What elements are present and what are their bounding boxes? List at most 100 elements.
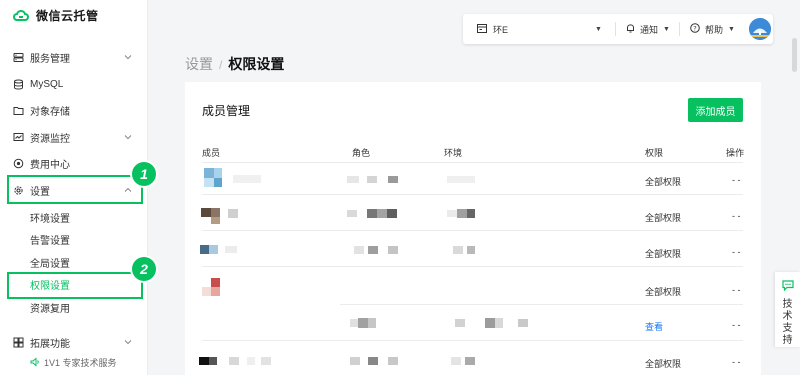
sidebar-subitem-label: 全局设置 xyxy=(30,258,70,270)
avatar xyxy=(199,357,209,365)
chevron-down-icon xyxy=(124,338,132,346)
redacted-env xyxy=(453,246,463,254)
column-header-env: 环境 xyxy=(444,148,463,158)
chevron-down-icon xyxy=(124,53,132,61)
caret-down-icon: ▼ xyxy=(663,25,670,33)
env-icon xyxy=(477,23,487,35)
column-header-actions: 操作 xyxy=(726,148,745,158)
redacted-env xyxy=(518,319,528,327)
redacted-role xyxy=(367,209,377,218)
redacted-role xyxy=(350,319,358,327)
app-title: 微信云托管 xyxy=(36,8,99,23)
sidebar-subitem-alert-settings[interactable]: 告警设置 xyxy=(0,228,148,250)
help-icon: ? xyxy=(690,23,700,35)
redacted-env xyxy=(495,318,503,328)
redacted-env xyxy=(465,357,475,365)
divider xyxy=(679,22,680,36)
notify-label: 通知 xyxy=(640,24,659,35)
folder-icon xyxy=(13,105,24,116)
sidebar-item-object-storage[interactable]: 对象存储 xyxy=(0,97,148,123)
avatar xyxy=(201,208,211,217)
svg-text:?: ? xyxy=(693,24,696,32)
expert-service-label: 1V1 专家技术服务 xyxy=(44,358,117,368)
avatar xyxy=(209,357,217,365)
redacted-env xyxy=(485,318,495,328)
sidebar-subitem-env-settings[interactable]: 环境设置 xyxy=(0,206,148,228)
redacted-env xyxy=(467,209,475,218)
sidebar-item-service-management[interactable]: 服务管理 xyxy=(0,44,148,70)
avatar xyxy=(204,178,214,187)
redacted-env xyxy=(467,246,475,254)
members-card: 成员管理 添加成员 成员 角色 环境 权限 操作 全部权限 - - 全部权限 -… xyxy=(185,82,761,375)
redacted-env xyxy=(451,357,461,365)
notify-button[interactable]: 通知 ▼ xyxy=(626,23,670,36)
avatar xyxy=(211,217,220,224)
card-title: 成员管理 xyxy=(202,104,251,118)
redacted-env xyxy=(455,319,465,327)
row-divider xyxy=(202,194,743,195)
column-header-role: 角色 xyxy=(352,148,371,158)
chat-icon xyxy=(781,278,794,296)
expert-service-link[interactable]: 1V1 专家技术服务 xyxy=(30,356,117,369)
avatar xyxy=(211,208,220,217)
permission-cell: 全部权限 xyxy=(645,287,682,297)
redacted-name xyxy=(233,175,261,183)
breadcrumb: 设置 / 权限设置 xyxy=(185,54,284,74)
sidebar-item-mysql[interactable]: MySQL xyxy=(0,71,148,97)
breadcrumb-separator: / xyxy=(219,58,223,72)
caret-down-icon: ▼ xyxy=(595,25,602,33)
avatar xyxy=(214,168,222,178)
caret-down-icon: ▼ xyxy=(728,25,735,33)
brand[interactable]: 微信云托管 xyxy=(12,6,99,24)
sidebar-subitem-label: 环境设置 xyxy=(30,213,70,225)
action-cell: - - xyxy=(732,285,741,295)
sidebar-item-billing[interactable]: 费用中心 xyxy=(0,150,148,176)
action-cell: - - xyxy=(732,175,741,185)
action-cell: - - xyxy=(732,357,741,367)
coin-icon xyxy=(13,158,24,169)
annotation-highlight-permission xyxy=(7,272,143,299)
redacted-role xyxy=(358,318,368,328)
divider xyxy=(615,22,616,36)
avatar xyxy=(204,168,214,178)
help-button[interactable]: ? 帮助 ▼ xyxy=(690,23,735,36)
scrollbar-thumb[interactable] xyxy=(792,38,797,72)
redacted-role xyxy=(367,176,377,183)
sidebar-subitem-global-settings[interactable]: 全局设置 xyxy=(0,251,148,273)
row-divider xyxy=(202,340,743,341)
sidebar-subitem-label: 告警设置 xyxy=(30,235,70,247)
action-cell: - - xyxy=(732,247,741,257)
breadcrumb-parent[interactable]: 设置 xyxy=(185,54,213,74)
redacted-name xyxy=(261,357,271,365)
bell-icon xyxy=(626,23,635,35)
sidebar-item-label: 服务管理 xyxy=(30,53,70,65)
permission-cell: 全部权限 xyxy=(645,177,682,187)
redacted-env xyxy=(447,176,475,183)
redacted-role xyxy=(388,357,398,365)
redacted-env xyxy=(447,210,457,217)
column-header-permission: 权限 xyxy=(645,148,664,158)
view-link[interactable]: 查看 xyxy=(645,320,663,333)
row-divider xyxy=(202,162,743,163)
row-divider xyxy=(202,230,743,231)
redacted-env xyxy=(457,209,467,218)
redacted-name xyxy=(228,209,238,218)
redacted-role xyxy=(388,176,398,183)
avatar[interactable] xyxy=(749,18,771,40)
avatar xyxy=(214,178,222,187)
add-member-button[interactable]: 添加成员 xyxy=(688,98,743,122)
tech-support-button[interactable]: 技术支持 xyxy=(775,272,800,347)
permission-cell: 全部权限 xyxy=(645,213,682,223)
sidebar-subitem-resource-reuse[interactable]: 资源复用 xyxy=(0,296,148,318)
sidebar-item-resource-monitor[interactable]: 资源监控 xyxy=(0,124,148,150)
redacted-role xyxy=(347,176,359,183)
row-divider xyxy=(202,266,743,267)
annotation-badge-2: 2 xyxy=(132,257,156,281)
avatar xyxy=(211,278,220,287)
server-icon xyxy=(13,52,24,63)
permission-cell: 全部权限 xyxy=(645,249,682,259)
sidebar-item-extensions[interactable]: 拓展功能 xyxy=(0,329,148,355)
redacted-role xyxy=(388,246,398,254)
annotation-badge-1: 1 xyxy=(132,162,156,186)
env-selector[interactable]: 环E xyxy=(477,23,508,36)
